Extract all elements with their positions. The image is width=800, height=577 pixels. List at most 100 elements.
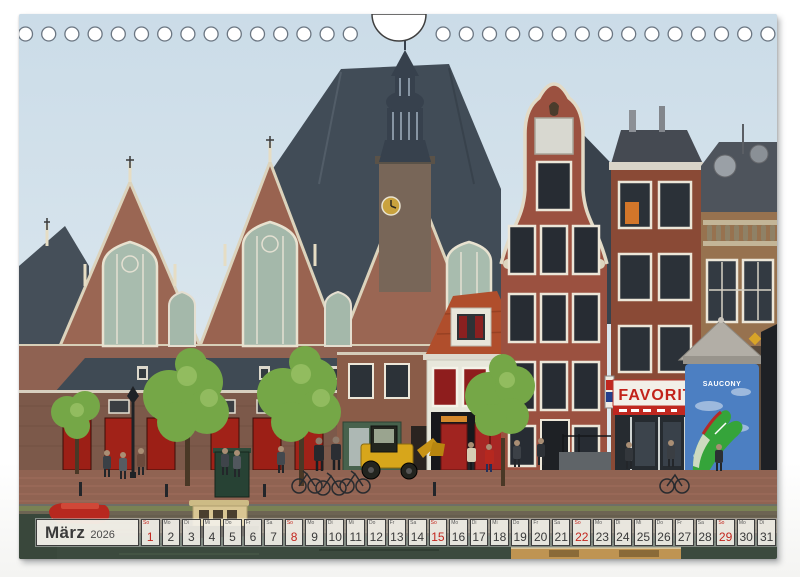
binding-hole: [320, 27, 334, 41]
weekday-abbrev: Mi: [348, 520, 353, 526]
weekday-abbrev: Sa: [410, 520, 416, 526]
weekday-abbrev: So: [431, 520, 437, 526]
ad-brand-text: SAUCONY: [703, 381, 742, 388]
binding-hole: [227, 27, 241, 41]
day-cell-12: Do12: [367, 519, 386, 546]
binding-hole: [575, 27, 589, 41]
day-cell-16: Mo16: [449, 519, 468, 546]
weekday-abbrev: So: [718, 520, 724, 526]
binding-hole: [622, 27, 636, 41]
day-number: 6: [245, 530, 262, 544]
binding-hole: [181, 27, 195, 41]
weekday-abbrev: Di: [616, 520, 621, 526]
day-cell-17: Di17: [470, 519, 489, 546]
weekday-abbrev: Di: [759, 520, 764, 526]
binding-hole: [436, 27, 450, 41]
day-number: 16: [450, 530, 467, 544]
weekday-abbrev: Fr: [246, 520, 251, 526]
day-number: 1: [142, 530, 159, 544]
day-cell-24: Di 24: [614, 519, 633, 546]
weekday-abbrev: Mo: [595, 520, 602, 526]
weekday-abbrev: Mi: [205, 520, 210, 526]
binding-hole: [645, 27, 659, 41]
day-number: 9: [306, 530, 323, 544]
binding-hole: [691, 27, 705, 41]
weekday-abbrev: So: [143, 520, 149, 526]
day-cell-21: Sa 21: [552, 519, 571, 546]
day-cell-2: Mo2: [162, 519, 181, 546]
binding-hole: [135, 27, 149, 41]
binding-hole: [42, 27, 56, 41]
day-number: 8: [286, 530, 303, 544]
binding-hole: [251, 27, 265, 41]
day-number: 12: [368, 530, 385, 544]
day-cell-14: Sa 14: [408, 519, 427, 546]
binding-hole: [529, 27, 543, 41]
day-cell-28: Sa 28: [696, 519, 715, 546]
binding-hole: [158, 27, 172, 41]
day-cell-20: Fr20: [531, 519, 550, 546]
day-cell-13: Fr13: [388, 519, 407, 546]
calendar-mockup: FAVORIT: [0, 0, 800, 577]
day-number: 21: [553, 530, 570, 544]
day-cell-23: Mo23: [593, 519, 612, 546]
binding-hole: [459, 27, 473, 41]
dark-awning: [761, 324, 777, 484]
day-cell-10: Di 10: [326, 519, 345, 546]
weekday-abbrev: Sa: [698, 520, 704, 526]
binding-hole: [715, 27, 729, 41]
binding-hole: [552, 27, 566, 41]
day-cell-7: Sa7: [264, 519, 283, 546]
binding-hole: [599, 27, 613, 41]
day-cell-27: Fr 27: [675, 519, 694, 546]
amsterdam-photo: FAVORIT: [19, 14, 777, 559]
weekday-abbrev: Fr: [390, 520, 395, 526]
weekday-abbrev: Sa: [554, 520, 560, 526]
weekday-abbrev: Do: [225, 520, 231, 526]
day-number: 15: [430, 530, 447, 544]
weekday-abbrev: Mo: [739, 520, 746, 526]
weekday-abbrev: Di: [328, 520, 333, 526]
day-number: 10: [327, 530, 344, 544]
binding-hole: [506, 27, 520, 41]
day-number: 11: [347, 530, 364, 544]
day-cell-6: Fr 6: [244, 519, 263, 546]
day-cell-9: Mo9: [305, 519, 324, 546]
day-number: 24: [615, 530, 632, 544]
day-cell-22: So22: [572, 519, 591, 546]
binding-hole: [204, 27, 218, 41]
day-number: 19: [512, 530, 529, 544]
weekday-abbrev: Fr: [533, 520, 538, 526]
binding-hole: [88, 27, 102, 41]
day-number: 4: [204, 530, 221, 544]
day-cell-31: Di31: [757, 519, 776, 546]
weekday-abbrev: Mi: [492, 520, 497, 526]
day-number: 30: [738, 530, 755, 544]
binding-hole: [738, 27, 752, 41]
weekday-abbrev: Di: [184, 520, 189, 526]
day-number: 18: [491, 530, 508, 544]
day-number: 27: [676, 530, 693, 544]
day-cell-30: Mo 30: [737, 519, 756, 546]
day-cell-8: So8: [285, 519, 304, 546]
day-cell-4: Mi 4: [203, 519, 222, 546]
weekday-abbrev: Fr: [677, 520, 682, 526]
binding-hole: [65, 27, 79, 41]
binding-hole: [19, 27, 33, 41]
favorit-sign-text: FAVORIT: [618, 387, 693, 404]
year-label: 2026: [90, 529, 114, 541]
day-number: 25: [635, 530, 652, 544]
bell-ornament: [549, 102, 559, 116]
day-number: 14: [409, 530, 426, 544]
binding-hole: [761, 27, 775, 41]
day-number: 22: [573, 530, 590, 544]
orange-banner: [625, 202, 639, 224]
day-number: 26: [656, 530, 673, 544]
day-cell-11: Mi 11: [346, 519, 365, 546]
orange-boat: [511, 548, 681, 559]
day-number: 28: [697, 530, 714, 544]
day-cell-3: Di3: [182, 519, 201, 546]
day-number: 7: [265, 530, 282, 544]
day-cell-1: So 1: [141, 519, 160, 546]
weekday-abbrev: Mi: [636, 520, 641, 526]
